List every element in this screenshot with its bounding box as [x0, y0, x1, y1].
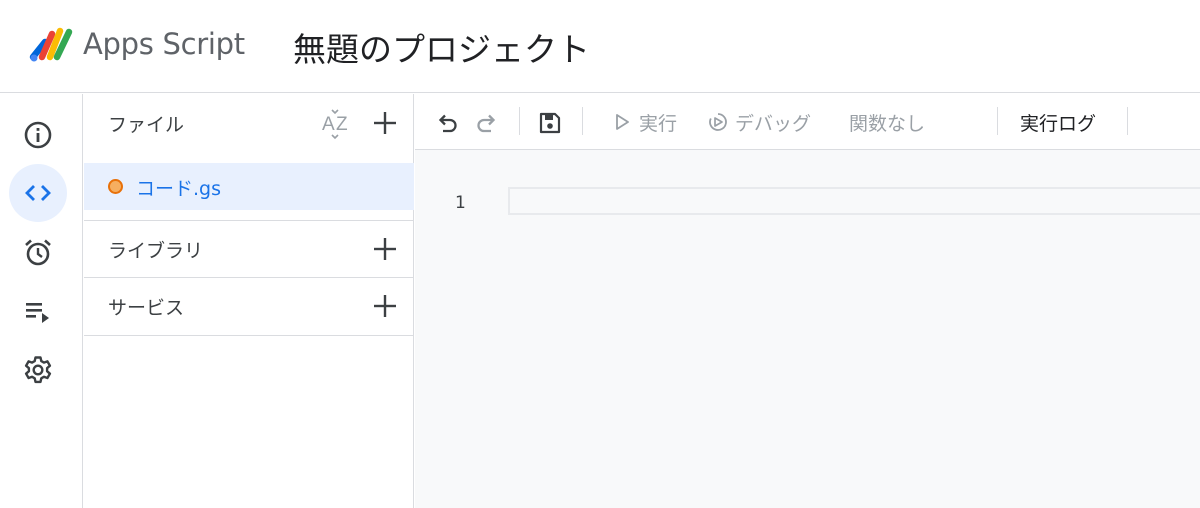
gs-file-icon — [108, 179, 123, 194]
toolbar-separator — [519, 107, 520, 135]
undo-icon — [438, 114, 457, 133]
save-icon — [539, 112, 561, 134]
app-header: Apps Script 無題のプロジェクト — [0, 0, 1200, 93]
run-button[interactable]: 実行 — [611, 106, 677, 138]
undo-button[interactable] — [432, 108, 462, 138]
sort-az-icon: A Z — [322, 109, 348, 140]
svg-text:A: A — [322, 114, 335, 135]
rail-item-settings[interactable] — [9, 341, 67, 399]
sort-az-button[interactable]: A Z — [320, 108, 356, 142]
files-header: ファイル A Z — [84, 94, 414, 150]
files-title: ファイル — [108, 114, 185, 136]
execution-log-label: 実行ログ — [1020, 112, 1097, 135]
product-name: Apps Script — [83, 27, 245, 61]
libraries-section: ライブラリ — [84, 221, 414, 277]
files-panel: ファイル A Z コード.gs ライブラリ サービス — [84, 94, 414, 508]
plus-icon — [374, 295, 396, 317]
code-editor: 実行 デバッグ 関数なし 実行ログ 1 — [415, 94, 1200, 508]
playlist-play-icon — [26, 303, 49, 323]
toolbar-separator — [582, 107, 583, 135]
add-file-button[interactable] — [370, 108, 400, 138]
rail-item-overview[interactable] — [9, 106, 67, 164]
add-library-button[interactable] — [370, 234, 400, 264]
rail-item-triggers[interactable] — [9, 223, 67, 281]
file-item[interactable]: コード.gs — [84, 163, 414, 210]
function-select[interactable]: 関数なし — [849, 106, 925, 138]
libraries-title: ライブラリ — [108, 240, 204, 262]
rail-item-executions[interactable] — [9, 282, 67, 340]
services-section: サービス — [84, 278, 414, 334]
apps-script-logo[interactable] — [26, 26, 74, 64]
debug-label: デバッグ — [735, 112, 812, 135]
plus-icon — [374, 112, 396, 134]
redo-icon — [477, 114, 496, 133]
info-icon — [24, 121, 52, 149]
execution-log-button[interactable]: 実行ログ — [1020, 106, 1096, 138]
project-title[interactable]: 無題のプロジェクト — [293, 23, 590, 71]
editor-toolbar: 実行 デバッグ 関数なし 実行ログ — [415, 94, 1200, 150]
function-select-value: 関数なし — [849, 112, 926, 135]
nav-rail — [0, 94, 83, 508]
code-icon — [25, 185, 51, 201]
file-name: コード.gs — [136, 178, 221, 200]
add-service-button[interactable] — [370, 291, 400, 321]
code-line-current[interactable] — [508, 187, 1200, 215]
debug-icon — [709, 113, 727, 131]
plus-icon — [374, 238, 396, 260]
services-title: サービス — [108, 297, 185, 319]
toolbar-separator — [997, 107, 998, 135]
redo-button[interactable] — [472, 108, 502, 138]
toolbar-separator — [1127, 107, 1128, 135]
divider — [84, 335, 414, 336]
svg-text:Z: Z — [336, 114, 348, 135]
alarm-clock-icon — [25, 239, 51, 266]
debug-button[interactable]: デバッグ — [707, 106, 811, 138]
rail-item-editor[interactable] — [9, 164, 67, 222]
save-button[interactable] — [535, 108, 565, 138]
gear-icon — [24, 356, 52, 384]
line-number: 1 — [455, 193, 466, 213]
play-icon — [616, 114, 629, 130]
run-label: 実行 — [639, 112, 678, 135]
